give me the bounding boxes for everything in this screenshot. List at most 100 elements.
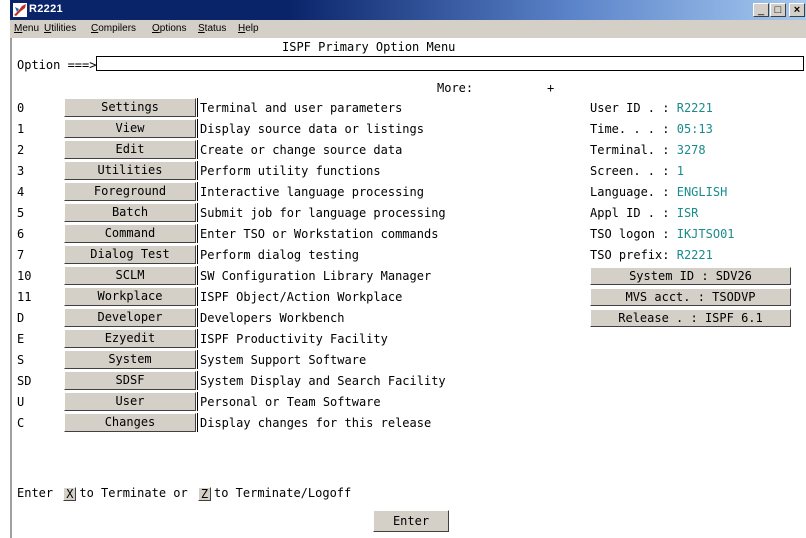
option-key: 3	[17, 164, 25, 178]
logoff-key-z[interactable]: Z	[197, 486, 211, 501]
settings-button[interactable]: Settings	[64, 98, 196, 117]
option-desc: Submit job for language processing	[197, 203, 446, 222]
terminate-text: to Terminate or	[79, 486, 188, 500]
panel-title: ISPF Primary Option Menu	[282, 40, 456, 54]
ispf-window: R2221 _ □ × Menu Utilities Compilers Opt…	[10, 0, 806, 538]
utilities-button[interactable]: Utilities	[64, 161, 196, 180]
option-key: 11	[17, 290, 32, 304]
terminate-key-x[interactable]: X	[63, 486, 77, 501]
option-key: U	[17, 395, 25, 409]
option-desc: Personal or Team Software	[197, 392, 381, 411]
enter-text: Enter	[17, 486, 54, 500]
info-label: Time. . . :	[590, 122, 670, 136]
batch-button[interactable]: Batch	[64, 203, 196, 222]
option-key: C	[17, 416, 25, 430]
info-user-id: User ID . : R2221	[590, 100, 713, 116]
info-label: TSO logon :	[590, 227, 670, 241]
info-tso-prefix: TSO prefix: R2221	[590, 247, 713, 263]
menu-item-menu[interactable]: Menu	[14, 23, 39, 34]
option-desc: Developers Workbench	[197, 308, 345, 327]
option-desc: Terminal and user parameters	[196, 98, 403, 117]
info-language: Language. : ENGLISH	[590, 184, 727, 200]
terminate-instructions: Enter Xto Terminate or Zto Terminate/Log…	[17, 485, 351, 501]
sclm-button[interactable]: SCLM	[64, 266, 196, 285]
option-key: 5	[17, 206, 25, 220]
info-value: ENGLISH	[676, 185, 728, 199]
developer-button[interactable]: Developer	[64, 308, 196, 327]
option-desc: Enter TSO or Workstation commands	[196, 224, 439, 243]
enter-button[interactable]: Enter	[373, 510, 449, 532]
info-value: 05:13	[676, 122, 713, 136]
command-button[interactable]: Command	[64, 224, 196, 243]
option-key: SD	[17, 374, 32, 388]
app-icon	[13, 3, 27, 17]
info-value: R2221	[676, 101, 713, 115]
logoff-text: to Terminate/Logoff	[213, 486, 352, 500]
sdsf-button[interactable]: SDSF	[64, 371, 196, 390]
menu-item-status[interactable]: Status	[198, 23, 226, 34]
info-label: Terminal. :	[590, 143, 670, 157]
info-value: 3278	[676, 143, 706, 157]
option-key: 7	[17, 248, 25, 262]
more-indicator[interactable]: +	[547, 80, 554, 96]
option-label: Option ===>	[17, 58, 97, 72]
option-key: 6	[17, 227, 25, 241]
option-key: 10	[17, 269, 32, 283]
workplace-button[interactable]: Workplace	[64, 287, 196, 306]
more-label: More:	[437, 81, 474, 95]
ezyedit-button[interactable]: Ezyedit	[64, 329, 196, 348]
option-desc: Create or change source data	[196, 140, 403, 159]
option-desc: Display changes for this release	[196, 413, 432, 432]
menu-bar: Menu Utilities Compilers Options Status …	[10, 20, 806, 39]
info-label: Screen. . :	[590, 164, 670, 178]
mvs-acct-button[interactable]: MVS acct. : TSODVP	[590, 288, 791, 306]
foreground-button[interactable]: Foreground	[64, 182, 196, 201]
panel-body: ISPF Primary Option Menu Option ===> Mor…	[10, 38, 806, 538]
info-label: Language. :	[590, 185, 670, 199]
info-screen: Screen. . : 1	[590, 163, 684, 179]
option-key: 2	[17, 143, 25, 157]
menu-item-utilities[interactable]: Utilities	[44, 23, 76, 34]
info-appl-id: Appl ID . : ISR	[590, 205, 698, 221]
info-terminal: Terminal. : 3278	[590, 142, 706, 158]
system-id-button[interactable]: System ID : SDV26	[590, 267, 791, 285]
option-desc: Perform dialog testing	[197, 245, 359, 264]
menu-item-help[interactable]: Help	[238, 23, 259, 34]
info-value: ISR	[676, 206, 699, 220]
option-row-ezyedit: E Ezyedit ISPF Productivity Facility	[12, 329, 806, 349]
minimize-button[interactable]: _	[753, 3, 769, 17]
user-button[interactable]: User	[64, 392, 196, 411]
option-desc: Perform utility functions	[197, 161, 381, 180]
option-input[interactable]	[96, 56, 804, 71]
window-title: R2221	[29, 3, 63, 15]
menu-item-compilers[interactable]: Compilers	[91, 23, 136, 34]
option-desc: System Support Software	[196, 350, 367, 369]
option-key: E	[17, 332, 25, 346]
info-label: Appl ID . :	[590, 206, 670, 220]
info-label: TSO prefix:	[590, 248, 670, 262]
dialog-test-button[interactable]: Dialog Test	[64, 245, 196, 264]
option-key: 0	[17, 101, 25, 115]
option-desc: ISPF Productivity Facility	[197, 329, 388, 348]
option-desc: SW Configuration Library Manager	[196, 266, 432, 285]
option-desc: System Display and Search Facility	[197, 371, 446, 390]
maximize-button[interactable]: □	[770, 3, 786, 17]
option-desc: Interactive language processing	[197, 182, 424, 201]
edit-button[interactable]: Edit	[64, 140, 196, 159]
option-key: S	[17, 353, 25, 367]
release-button[interactable]: Release . : ISPF 6.1	[590, 309, 791, 327]
option-key: 1	[17, 122, 25, 136]
option-row-changes: C Changes Display changes for this relea…	[12, 413, 806, 433]
menu-item-options[interactable]: Options	[152, 23, 186, 34]
info-value: IKJTSO01	[676, 227, 735, 241]
option-key: D	[17, 311, 25, 325]
option-desc: ISPF Object/Action Workplace	[196, 287, 403, 306]
changes-button[interactable]: Changes	[64, 413, 196, 432]
system-button[interactable]: System	[64, 350, 196, 369]
close-button[interactable]: ×	[789, 3, 805, 17]
view-button[interactable]: View	[64, 119, 196, 138]
info-value: 1	[676, 164, 684, 178]
option-desc: Display source data or listings	[197, 119, 424, 138]
info-tso-logon: TSO logon : IKJTSO01	[590, 226, 735, 242]
info-time: Time. . . : 05:13	[590, 121, 713, 137]
